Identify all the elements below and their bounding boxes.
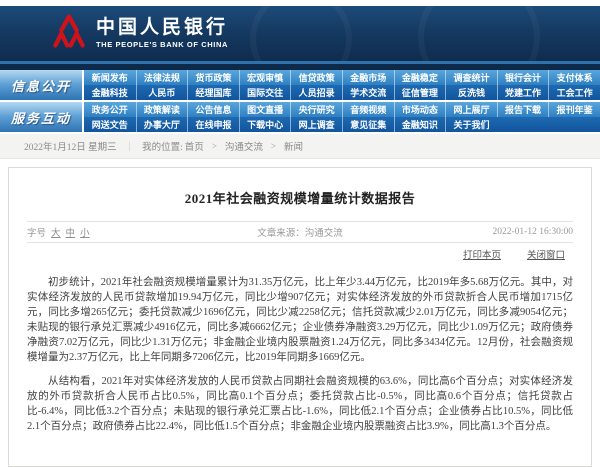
- close-window-button[interactable]: 关闭窗口: [527, 247, 565, 261]
- nav-item[interactable]: 反洗钱: [445, 85, 497, 100]
- nav-item[interactable]: 金融稳定: [394, 70, 446, 85]
- breadcrumb-link-news[interactable]: 新闻: [284, 139, 303, 153]
- nav-item[interactable]: 金融科技: [84, 85, 136, 100]
- article-paragraph: 从结构看，2021年对实体经济发放的人民币贷款占同期社会融资规模的63.6%，同…: [27, 374, 573, 434]
- nav-item[interactable]: 报刊年鉴: [548, 102, 600, 117]
- breadcrumb-location-label: 我的位置:: [142, 139, 183, 153]
- nav-item[interactable]: 关于我们: [445, 117, 497, 132]
- nav-item[interactable]: 工会工作: [548, 85, 600, 100]
- nav-row: 网送文告办事大厅在线申报下载中心网上调查意见征集金融知识关于我们: [84, 117, 600, 132]
- nav-item[interactable]: 市场动态: [394, 102, 446, 117]
- nav-item[interactable]: 调查统计: [445, 70, 497, 85]
- nav-item[interactable]: 网上调查: [290, 117, 342, 132]
- pboc-emblem-icon: [52, 12, 86, 55]
- article-paragraph: 初步统计，2021年社会融资规模增量累计为31.35万亿元，比上年少3.44万亿…: [27, 275, 573, 365]
- nav-item[interactable]: 支付体系: [548, 70, 600, 85]
- nav-item[interactable]: 网上展厅: [445, 102, 497, 117]
- breadcrumb-home-link[interactable]: 首页: [185, 139, 204, 153]
- nav-item[interactable]: 政策解读: [136, 102, 188, 117]
- article-datetime: 2022-01-12 16:30:00: [391, 227, 573, 237]
- breadcrumb-link-channel[interactable]: 沟通交流: [225, 139, 263, 153]
- nav-item[interactable]: 货币政策: [187, 70, 239, 85]
- print-page-button[interactable]: 打印本页: [463, 247, 501, 261]
- nav-item[interactable]: 公告信息: [187, 102, 239, 117]
- nav-item[interactable]: 法律法规: [136, 70, 188, 85]
- article-source: 文章来源：沟通交流: [209, 225, 391, 239]
- nav-item[interactable]: 金融知识: [394, 117, 446, 132]
- nav-section-label[interactable]: 信息公开: [0, 70, 82, 100]
- nav-section-label[interactable]: 服务互动: [0, 102, 82, 132]
- nav-item[interactable]: 音频视频: [342, 102, 394, 117]
- breadcrumb-divider: ｜: [125, 139, 135, 153]
- nav-item[interactable]: 下载中心: [239, 117, 291, 132]
- nav-row-filler: [497, 117, 600, 132]
- nav-item[interactable]: 网送文告: [84, 117, 136, 132]
- nav-item[interactable]: 新闻发布: [84, 70, 136, 85]
- article-body: 初步统计，2021年社会融资规模增量累计为31.35万亿元，比上年少3.44万亿…: [27, 265, 573, 434]
- nav-row: 金融科技人民币经理国库国际交往人员招录学术交流征信管理反洗钱党建工作工会工作: [84, 85, 600, 100]
- nav-item[interactable]: 办事大厅: [136, 117, 188, 132]
- font-size-large-button[interactable]: 大: [51, 225, 61, 239]
- breadcrumb-separator: >: [271, 141, 276, 151]
- nav-item[interactable]: 图文直播: [239, 102, 291, 117]
- nav-item[interactable]: 征信管理: [394, 85, 446, 100]
- article-meta: 字号 大 中 小 文章来源：沟通交流 2022-01-12 16:30:00: [27, 222, 573, 242]
- nav-item[interactable]: 宏观审慎: [239, 70, 291, 85]
- nav-item[interactable]: 人员招录: [290, 85, 342, 100]
- nav-item[interactable]: 意见征集: [342, 117, 394, 132]
- breadcrumb-date: 2022年1月12日 星期三: [24, 139, 117, 153]
- font-size-medium-button[interactable]: 中: [66, 225, 76, 239]
- article-actions: 打印本页 关闭窗口: [27, 243, 573, 265]
- nav-item[interactable]: 国际交往: [239, 85, 291, 100]
- nav-item[interactable]: 经理国库: [187, 85, 239, 100]
- article-title: 2021年社会融资规模增量统计数据报告: [27, 168, 573, 221]
- breadcrumb-separator: >: [212, 141, 217, 151]
- bank-name-en: THE PEOPLE'S BANK OF CHINA: [96, 41, 228, 49]
- nav-item[interactable]: 央行研究: [290, 102, 342, 117]
- nav-section: 信息公开新闻发布法律法规货币政策宏观审慎信贷政策金融市场金融稳定调查统计银行会计…: [0, 70, 600, 100]
- nav-item[interactable]: 人民币: [136, 85, 188, 100]
- font-size-small-button[interactable]: 小: [80, 225, 90, 239]
- nav-item[interactable]: 金融市场: [342, 70, 394, 85]
- nav-item[interactable]: 学术交流: [342, 85, 394, 100]
- font-size-label: 字号: [27, 225, 46, 239]
- nav-row: 新闻发布法律法规货币政策宏观审慎信贷政策金融市场金融稳定调查统计银行会计支付体系: [84, 70, 600, 85]
- nav-item[interactable]: 政务公开: [84, 102, 136, 117]
- nav: 信息公开新闻发布法律法规货币政策宏观审慎信贷政策金融市场金融稳定调查统计银行会计…: [0, 70, 600, 132]
- nav-row: 政务公开政策解读公告信息图文直播央行研究音频视频市场动态网上展厅报告下载报刊年鉴: [84, 102, 600, 117]
- nav-item[interactable]: 报告下载: [497, 102, 549, 117]
- breadcrumb: 2022年1月12日 星期三 ｜ 我的位置:首页 > 沟通交流 > 新闻: [0, 134, 600, 159]
- bank-name-cn: 中国人民银行: [96, 18, 228, 39]
- nav-item[interactable]: 信贷政策: [290, 70, 342, 85]
- article-panel: 2021年社会融资规模增量统计数据报告 字号 大 中 小 文章来源：沟通交流 2…: [8, 167, 592, 467]
- nav-item[interactable]: 在线申报: [187, 117, 239, 132]
- nav-item[interactable]: 银行会计: [497, 70, 549, 85]
- site-header: 中国人民银行 THE PEOPLE'S BANK OF CHINA: [0, 6, 600, 64]
- nav-section: 服务互动政务公开政策解读公告信息图文直播央行研究音频视频市场动态网上展厅报告下载…: [0, 102, 600, 132]
- nav-item[interactable]: 党建工作: [497, 85, 549, 100]
